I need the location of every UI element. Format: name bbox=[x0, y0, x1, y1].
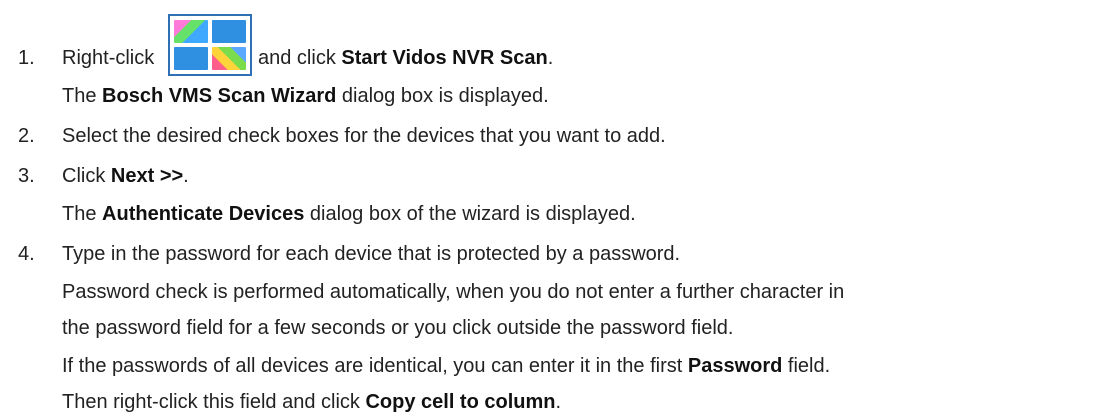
detail-text: Then right-click this field and click Co… bbox=[62, 388, 561, 416]
detail-text: Password check is performed automaticall… bbox=[62, 281, 845, 303]
detail-text: the password field for a few seconds or … bbox=[62, 317, 734, 339]
detail-suffix: field. bbox=[787, 355, 831, 377]
step-1-post: and click bbox=[258, 47, 336, 69]
result-prefix: The bbox=[62, 203, 97, 225]
step-number: 2. bbox=[18, 125, 35, 147]
authenticate-devices-label: Authenticate Devices bbox=[102, 203, 305, 225]
result-suffix: dialog box of the wizard is displayed. bbox=[309, 203, 636, 225]
step-text: Type in the password for each device tha… bbox=[62, 243, 681, 265]
step-text: Click Next >>. bbox=[62, 162, 189, 190]
icon-quadrant bbox=[174, 20, 208, 43]
next-button-label: Next >> bbox=[110, 165, 184, 187]
password-field-label: Password bbox=[687, 355, 783, 377]
detail-text: If the passwords of all devices are iden… bbox=[62, 352, 830, 380]
copy-cell-to-column-label: Copy cell to column bbox=[365, 391, 556, 413]
result-text: The Authenticate Devices dialog box of t… bbox=[62, 200, 636, 228]
icon-quadrant bbox=[212, 47, 246, 70]
detail-prefix: If the passwords of all devices are iden… bbox=[62, 355, 683, 377]
step-number: 4. bbox=[18, 243, 35, 265]
result-prefix: The bbox=[62, 85, 97, 107]
step-1-pre: Right-click bbox=[62, 47, 155, 69]
step-text: Right-click bbox=[62, 44, 154, 72]
step-3-pre: Click bbox=[62, 165, 106, 187]
vidos-nvr-grid-icon[interactable] bbox=[168, 14, 252, 76]
step-text: Select the desired check boxes for the d… bbox=[62, 125, 666, 147]
step-number: 3. bbox=[18, 165, 35, 187]
punctuation: . bbox=[183, 165, 189, 187]
punctuation: . bbox=[547, 47, 554, 69]
punctuation: . bbox=[555, 391, 562, 413]
icon-quadrant bbox=[174, 47, 208, 70]
step-number: 1. bbox=[18, 47, 35, 69]
detail-prefix: Then right-click this field and click bbox=[62, 391, 360, 413]
start-vidos-nvr-scan-label: Start Vidos NVR Scan bbox=[341, 47, 548, 69]
result-suffix: dialog box is displayed. bbox=[341, 85, 549, 107]
result-text: The Bosch VMS Scan Wizard dialog box is … bbox=[62, 82, 549, 110]
icon-quadrant bbox=[212, 20, 246, 43]
scan-wizard-label: Bosch VMS Scan Wizard bbox=[102, 85, 337, 107]
step-1-tail: and click Start Vidos NVR Scan. bbox=[258, 44, 553, 72]
